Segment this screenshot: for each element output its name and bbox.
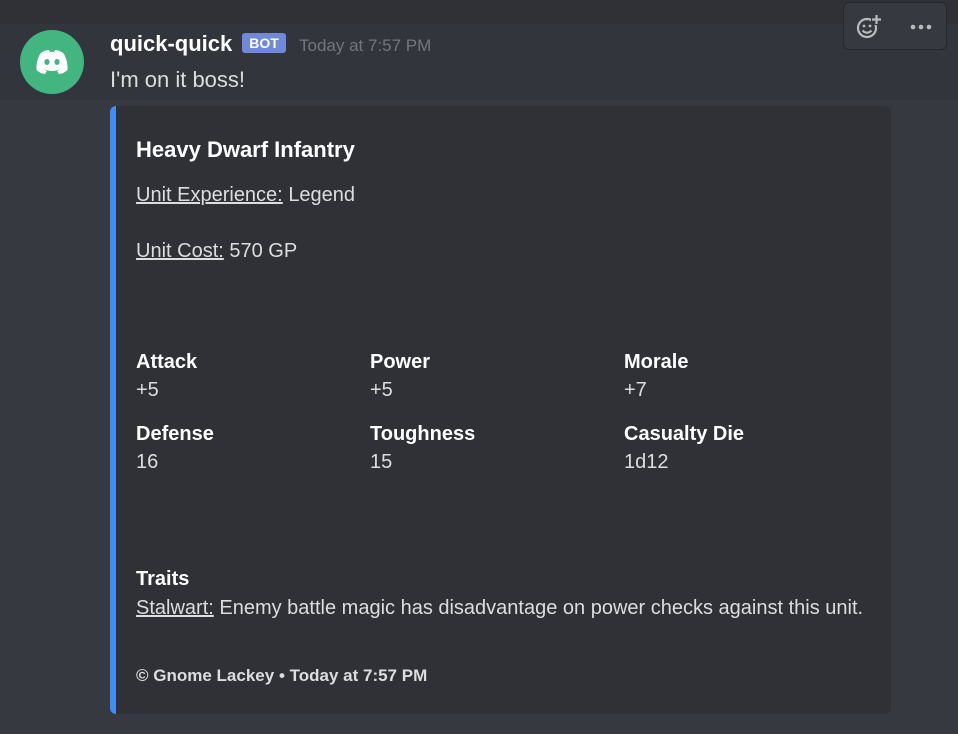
unit-experience-label: Unit Experience: — [136, 184, 283, 206]
field-value: 1d12 — [624, 451, 669, 473]
field-attack: Attack +5 — [136, 349, 356, 405]
field-value: +7 — [624, 379, 647, 401]
add-reaction-button[interactable] — [848, 7, 888, 45]
more-options-button[interactable] — [900, 7, 940, 45]
field-power: Power +5 — [370, 349, 590, 405]
embed-footer: © Gnome Lackey • Today at 7:57 PM — [136, 665, 427, 687]
avatar[interactable] — [20, 30, 84, 94]
traits-heading: Traits — [136, 568, 190, 590]
trait-name: Stalwart: — [136, 597, 214, 619]
unit-cost-label: Unit Cost: — [136, 240, 224, 262]
field-value: 15 — [370, 451, 393, 473]
trait-description: Stalwart: Enemy battle magic has disadva… — [136, 595, 866, 622]
unit-cost-value: 570 GP — [229, 240, 298, 262]
message-actions-toolbar — [843, 2, 947, 50]
field-morale: Morale +7 — [624, 349, 844, 405]
field-name: Toughness — [370, 423, 476, 445]
add-reaction-icon — [856, 14, 882, 39]
message-text: I'm on it boss! — [110, 67, 246, 92]
trait-text: Enemy battle magic has disadvantage on p… — [219, 597, 864, 619]
field-value: +5 — [370, 379, 393, 401]
embed-title: Heavy Dwarf Infantry — [136, 137, 355, 162]
field-defense: Defense 16 — [136, 421, 356, 477]
footer-author: © Gnome Lackey — [136, 666, 275, 685]
field-toughness: Toughness 15 — [370, 421, 590, 477]
field-value: 16 — [136, 451, 159, 473]
unit-cost-line: Unit Cost: 570 GP — [136, 238, 297, 264]
field-casualty-die: Casualty Die 1d12 — [624, 421, 844, 477]
embed-accent-bar — [110, 106, 116, 714]
username[interactable]: quick-quick — [110, 30, 232, 58]
footer-timestamp: Today at 7:57 PM — [289, 666, 428, 685]
bot-badge: BOT — [242, 33, 286, 53]
unit-experience-line: Unit Experience: Legend — [136, 182, 355, 208]
message-timestamp: Today at 7:57 PM — [299, 36, 432, 55]
field-name: Attack — [136, 351, 198, 373]
field-name: Morale — [624, 351, 689, 373]
more-options-icon — [910, 24, 932, 30]
field-name: Defense — [136, 423, 214, 445]
discord-logo-icon — [36, 50, 68, 74]
embed-card: Heavy Dwarf Infantry Unit Experience: Le… — [110, 106, 891, 714]
previous-message-area — [0, 0, 958, 24]
field-name: Casualty Die — [624, 423, 745, 445]
field-name: Power — [370, 351, 431, 373]
field-value: +5 — [136, 379, 159, 401]
unit-experience-value: Legend — [288, 184, 356, 206]
footer-separator: • — [278, 666, 285, 685]
